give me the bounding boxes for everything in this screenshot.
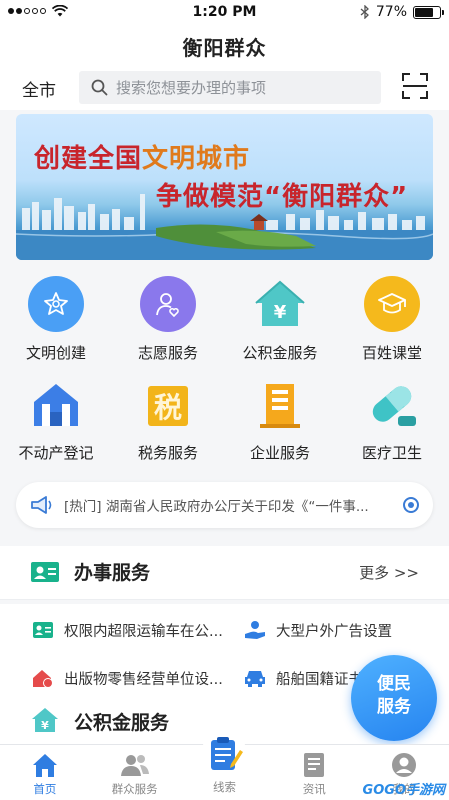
tab-label: 线索 — [212, 780, 236, 794]
tab-public-service[interactable]: 群众服务 — [90, 745, 180, 800]
pill-icon — [364, 376, 420, 432]
tab-clues[interactable]: 线索 — [180, 731, 270, 800]
house-yuan-icon: ¥ — [32, 708, 58, 732]
people-icon — [120, 751, 150, 779]
id-card-icon — [31, 562, 59, 582]
search-input[interactable]: 搜索您想要办理的事项 — [79, 71, 381, 104]
grid-item-medical[interactable]: 医疗卫生 — [336, 370, 448, 470]
battery-percent: 77% — [375, 4, 407, 20]
grid-item-classroom[interactable]: 百姓课堂 — [336, 270, 448, 370]
banner-headline-1: 创建全国文明城市 — [34, 144, 251, 174]
grid-label: 医疗卫生 — [361, 444, 422, 462]
tab-label: 群众服务 — [111, 782, 158, 796]
home-icon — [30, 751, 60, 779]
grid-label: 税务服务 — [137, 444, 198, 462]
grid-item-fund[interactable]: ¥ 公积金服务 — [224, 270, 336, 370]
megaphone-icon — [31, 496, 52, 514]
grid-label: 百姓课堂 — [361, 344, 422, 362]
convenience-service-button[interactable]: 便民 服务 — [351, 655, 437, 741]
svg-text:¥: ¥ — [41, 719, 49, 732]
city-selector[interactable]: 全市 — [22, 76, 56, 101]
clipboard-pen-icon — [201, 731, 248, 777]
service-label: 出版物零售经营单位设... — [64, 671, 223, 688]
tab-home[interactable]: 首页 — [0, 745, 90, 800]
record-icon — [403, 497, 419, 513]
svg-text:税: 税 — [154, 391, 182, 424]
watermark-logo: GOGO手游网 — [362, 783, 445, 798]
car-icon — [245, 671, 265, 687]
bluetooth-icon — [360, 5, 369, 19]
service-item[interactable]: 出版物零售经营单位设... — [32, 660, 223, 696]
user-icon — [389, 751, 419, 779]
status-bar: 1:20 PM 77% — [0, 0, 449, 26]
promo-banner[interactable]: 创建全国文明城市 争做模范“衡阳群众” — [16, 114, 433, 260]
more-link[interactable]: 更多 >> — [359, 562, 419, 583]
grid-item-tax[interactable]: 税 税务服务 — [112, 370, 224, 470]
page-title: 衡阳群众 — [182, 36, 267, 60]
scan-icon[interactable] — [401, 72, 429, 100]
id-card-icon — [33, 622, 53, 638]
office-building-icon — [252, 376, 308, 432]
tax-icon: 税 — [140, 376, 196, 432]
grid-label: 企业服务 — [249, 444, 310, 462]
news-icon — [299, 751, 329, 779]
service-item[interactable]: 权限内超限运输车在公... — [32, 612, 223, 648]
tab-label: 首页 — [33, 782, 57, 796]
section-banshi-header: 办事服务 更多 >> — [0, 546, 449, 600]
grid-item-realestate[interactable]: 不动产登记 — [0, 370, 112, 470]
grid-label: 文明创建 — [25, 344, 86, 362]
section-title: 办事服务 — [74, 562, 151, 584]
service-item[interactable]: 大型户外广告设置 — [244, 612, 392, 648]
search-placeholder: 搜索您想要办理的事项 — [116, 79, 267, 97]
fab-label-2: 服务 — [377, 697, 411, 717]
volunteer-icon — [140, 276, 196, 332]
grid-item-volunteer[interactable]: 志愿服务 — [112, 270, 224, 370]
graduation-cap-icon — [364, 276, 420, 332]
city-skyline-image — [16, 194, 433, 260]
house-yuan-icon: ¥ — [252, 276, 308, 332]
grid-item-enterprise[interactable]: 企业服务 — [224, 370, 336, 470]
search-bar: 全市 搜索您想要办理的事项 — [0, 68, 449, 110]
battery-icon — [413, 5, 444, 19]
section-title: 公积金服务 — [74, 712, 170, 734]
grid-label: 不动产登记 — [18, 444, 94, 462]
service-label: 船舶国籍证书 — [276, 671, 363, 688]
grid-label: 公积金服务 — [242, 344, 318, 362]
tab-label: 资讯 — [302, 782, 326, 796]
house-warning-icon — [33, 670, 53, 688]
grid-item-civilization[interactable]: 文明创建 — [0, 270, 112, 370]
hand-person-icon — [245, 621, 265, 639]
ticker-text: [热门] 湖南省人民政府办公厅关于印发《“一件事... — [64, 499, 369, 515]
service-item[interactable]: 船舶国籍证书 — [244, 660, 363, 696]
service-label: 权限内超限运输车在公... — [64, 623, 223, 640]
building-icon — [28, 376, 84, 432]
news-ticker[interactable]: [热门] 湖南省人民政府办公厅关于印发《“一件事... — [16, 482, 433, 528]
svg-text:¥: ¥ — [274, 302, 287, 323]
service-label: 大型户外广告设置 — [276, 623, 392, 640]
search-icon — [91, 79, 108, 96]
grid-label: 志愿服务 — [137, 344, 198, 362]
app-header: 衡阳群众 — [0, 26, 449, 70]
fab-label-1: 便民 — [377, 674, 411, 694]
flower-icon — [28, 276, 84, 332]
function-grid: 文明创建 志愿服务 ¥ 公积金服务 百姓课堂 不动产登记 税 税务服务 企业服务… — [0, 270, 449, 470]
tab-news[interactable]: 资讯 — [269, 745, 359, 800]
